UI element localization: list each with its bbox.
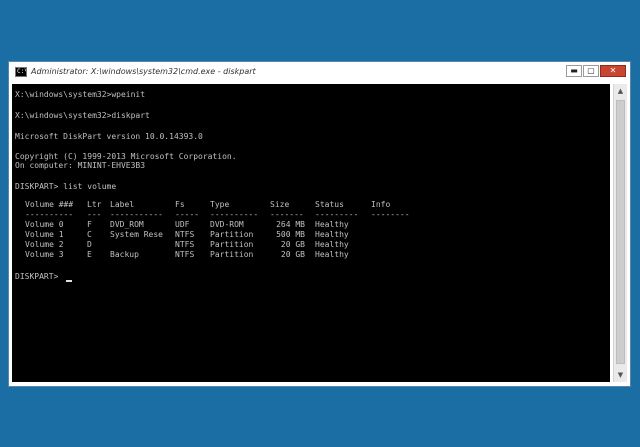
window-controls: ▬ ▢ ✕ <box>566 65 626 79</box>
table-cell: 20 GB <box>280 250 305 259</box>
table-separator-cell: ----- <box>175 210 200 219</box>
vertical-scrollbar[interactable]: ▲ ▼ <box>613 84 627 382</box>
table-cell: C <box>87 230 92 239</box>
table-cell: DVD_ROM <box>110 220 144 229</box>
cmd-window[interactable]: C:\ Administrator: X:\windows\system32\c… <box>8 61 631 387</box>
scroll-down-arrow-icon[interactable]: ▼ <box>614 368 627 382</box>
table-cell: E <box>87 250 92 259</box>
text-cursor <box>66 280 72 282</box>
cmd-icon: C:\ <box>15 67 27 77</box>
table-separator-cell: --------- <box>315 210 359 219</box>
minimize-icon[interactable]: ▬ <box>566 65 582 77</box>
prompt-line: DISKPART> <box>15 272 64 281</box>
table-cell: Healthy <box>315 220 349 229</box>
table-header-cell: Fs <box>175 200 185 209</box>
table-separator-cell: --- <box>87 210 102 219</box>
window-title: Administrator: X:\windows\system32\cmd.e… <box>31 67 256 76</box>
table-cell: NTFS <box>175 250 195 259</box>
table-cell: UDF <box>175 220 190 229</box>
table-cell: F <box>87 220 92 229</box>
scroll-up-arrow-icon[interactable]: ▲ <box>614 84 627 98</box>
table-separator-cell: ---------- <box>210 210 259 219</box>
table-separator-cell: ---------- <box>25 210 74 219</box>
table-cell: Healthy <box>315 240 349 249</box>
table-header-cell: Info <box>371 200 391 209</box>
console-output[interactable]: X:\windows\system32>wpeinit X:\windows\s… <box>12 84 610 382</box>
table-cell: Volume 2 <box>25 240 64 249</box>
table-cell: Partition <box>210 240 254 249</box>
console-line: X:\windows\system32>wpeinit <box>15 90 146 99</box>
maximize-icon[interactable]: ▢ <box>583 65 599 77</box>
scroll-thumb[interactable] <box>616 100 625 364</box>
console-line: Microsoft DiskPart version 10.0.14393.0 <box>15 132 203 141</box>
table-header-cell: Volume ### <box>25 200 74 209</box>
table-cell: Partition <box>210 250 254 259</box>
table-header-cell: Ltr <box>87 200 102 209</box>
table-cell: NTFS <box>175 230 195 239</box>
table-cell: Volume 0 <box>25 220 64 229</box>
table-cell: Volume 3 <box>25 250 64 259</box>
table-cell: 20 GB <box>280 240 305 249</box>
table-cell: Partition <box>210 230 254 239</box>
table-header-cell: Status <box>315 200 344 209</box>
table-separator-cell: ----------- <box>110 210 163 219</box>
table-cell: System Rese <box>110 230 163 239</box>
table-cell: DVD-ROM <box>210 220 244 229</box>
table-cell: Healthy <box>315 230 349 239</box>
console-line: On computer: MININT-EHVE3B3 <box>15 161 146 170</box>
table-cell: Volume 1 <box>25 230 64 239</box>
console-line: DISKPART> list volume <box>15 182 117 191</box>
close-icon[interactable]: ✕ <box>600 65 626 77</box>
table-cell: 264 MB <box>276 220 305 229</box>
console-line: X:\windows\system32>diskpart <box>15 111 150 120</box>
table-cell: NTFS <box>175 240 195 249</box>
table-header-cell: Size <box>270 200 290 209</box>
table-separator-cell: -------- <box>371 210 410 219</box>
table-cell: Healthy <box>315 250 349 259</box>
table-header-cell: Label <box>110 200 135 209</box>
table-cell: Backup <box>110 250 139 259</box>
table-cell: 500 MB <box>276 230 305 239</box>
title-bar[interactable]: C:\ Administrator: X:\windows\system32\c… <box>9 62 630 84</box>
table-cell: D <box>87 240 92 249</box>
table-separator-cell: ------- <box>270 210 304 219</box>
table-header-cell: Type <box>210 200 230 209</box>
